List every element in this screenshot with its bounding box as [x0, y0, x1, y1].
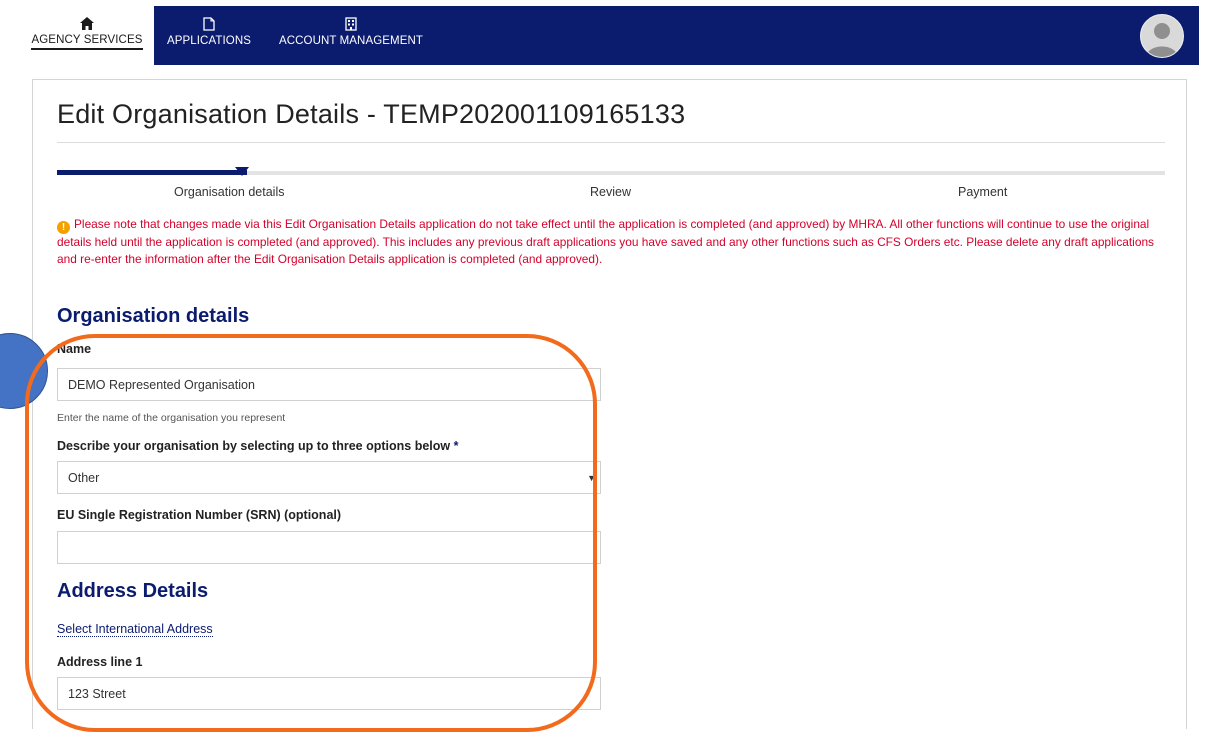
step-payment: Payment [958, 185, 1008, 199]
warning-icon: ! [57, 221, 70, 234]
nav-label: APPLICATIONS [166, 35, 252, 47]
user-avatar[interactable] [1140, 14, 1184, 58]
describe-label: Describe your organisation by selecting … [57, 439, 458, 453]
progress-caret-icon [235, 167, 249, 176]
top-navbar: AGENCY SERVICES APPLICATIONS ACCOUNT MAN… [20, 6, 1199, 65]
name-label: Name [57, 342, 92, 356]
address-line1-input[interactable] [57, 677, 601, 710]
nav-applications[interactable]: APPLICATIONS [160, 6, 258, 65]
building-icon [345, 17, 357, 31]
required-marker: * [453, 439, 459, 453]
srn-label: EU Single Registration Number (SRN) (opt… [57, 508, 342, 522]
address-line1-label: Address line 1 [57, 655, 143, 669]
notice-text: Please note that changes made via this E… [57, 217, 1154, 267]
section-heading-address: Address Details [57, 580, 209, 602]
chevron-down-icon: ▼ [587, 473, 596, 483]
nav-agency-services[interactable]: AGENCY SERVICES [20, 6, 154, 65]
describe-label-text: Describe your organisation by selecting … [57, 439, 451, 453]
organisation-type-select[interactable]: Other ▼ [57, 461, 601, 494]
section-heading-organisation: Organisation details [57, 305, 250, 327]
warning-notice: ! Please note that changes made via this … [57, 216, 1157, 269]
nav-account-management[interactable]: ACCOUNT MANAGEMENT [268, 6, 434, 65]
page-title: Edit Organisation Details - TEMP20200110… [57, 99, 686, 129]
home-icon [80, 17, 94, 30]
document-icon [203, 17, 215, 31]
step-review: Review [590, 185, 631, 199]
nav-label: AGENCY SERVICES [31, 34, 143, 50]
select-value: Other [68, 471, 100, 485]
user-avatar-icon [1146, 23, 1178, 57]
progress-active-bar [57, 170, 247, 175]
name-hint: Enter the name of the organisation you r… [57, 412, 286, 424]
name-input[interactable] [57, 368, 601, 401]
nav-label: ACCOUNT MANAGEMENT [278, 35, 424, 47]
title-divider [57, 142, 1165, 143]
step-organisation-details: Organisation details [174, 185, 285, 199]
select-international-address-link[interactable]: Select International Address [57, 622, 213, 637]
srn-input[interactable] [57, 531, 601, 564]
